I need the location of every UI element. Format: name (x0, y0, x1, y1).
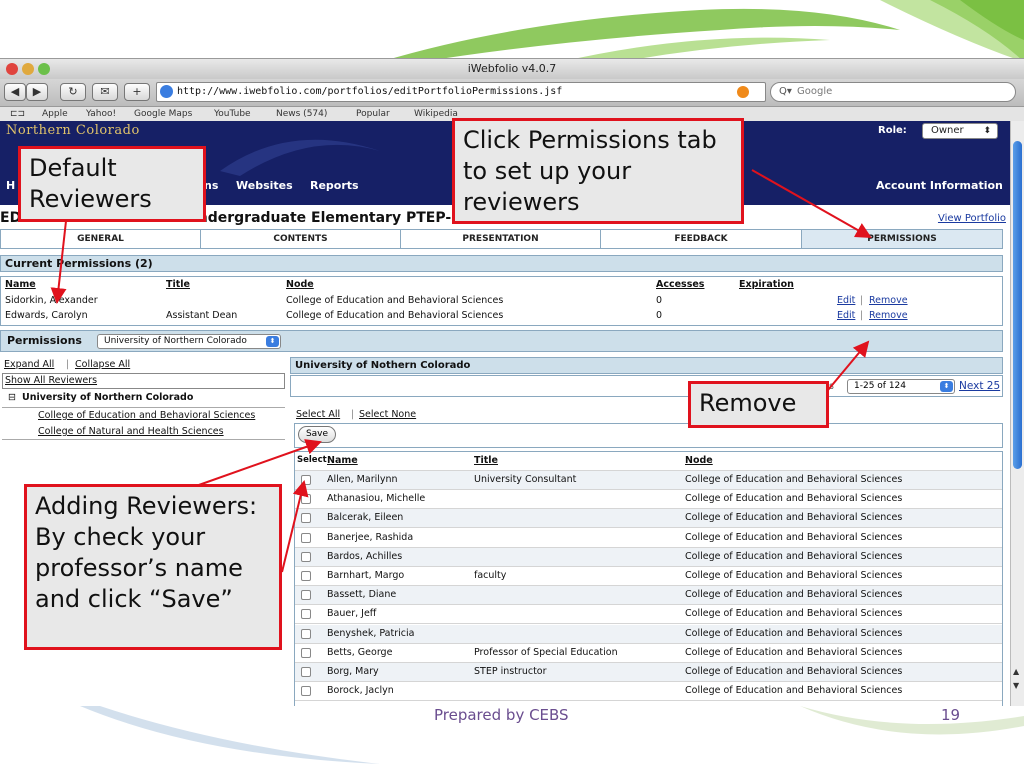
callout-arrows (50, 169, 872, 573)
slide-number: 19 (941, 706, 961, 724)
arrow-to-permissions-tab (751, 169, 872, 238)
arrow-to-save-button (195, 439, 322, 487)
footer-text: Prepared by CEBS (434, 706, 569, 724)
arrow-to-remove-link (827, 340, 870, 391)
callout-remove: Remove (688, 381, 829, 428)
callout-adding-reviewers: Adding Reviewers: By check your professo… (24, 484, 282, 650)
arrow-to-checkbox (281, 480, 309, 573)
callout-default-reviewers: Default Reviewers (18, 146, 206, 222)
arrow-to-default-reviewers (50, 220, 67, 304)
slide: iWebfolio v4.0.7 ◀ ▶ ↻ ✉ + http://www.iw… (0, 0, 1024, 768)
callout-permissions-tab: Click Permissions tab to set up your rev… (452, 118, 744, 224)
